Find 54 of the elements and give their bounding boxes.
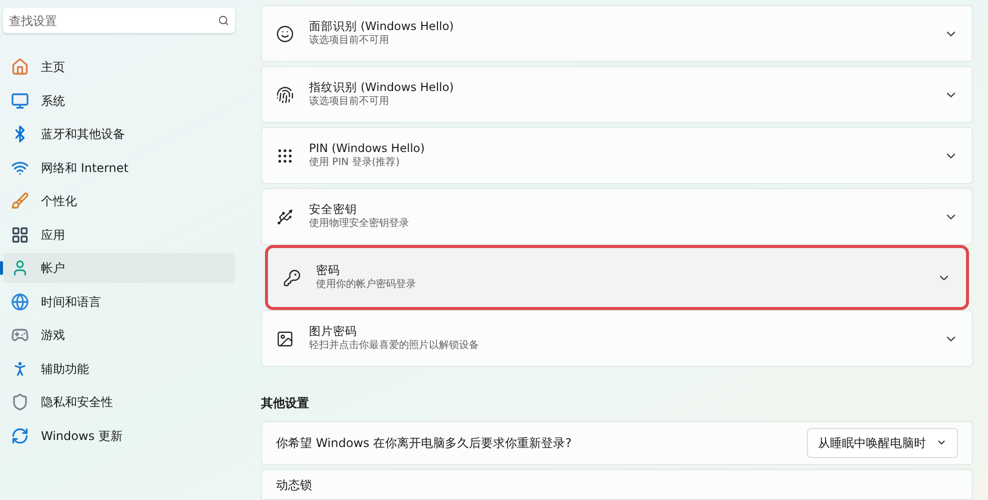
option-subtitle: 轻扫并点击你最喜爱的照片以解锁设备 (309, 339, 480, 353)
sidebar-item[interactable]: 帐户 (3, 253, 235, 283)
sidebar-item[interactable]: 隐私和安全性 (3, 387, 235, 417)
sidebar-item[interactable]: 游戏 (3, 320, 235, 350)
relogin-dropdown[interactable]: 从睡眠中唤醒电脑时 (807, 428, 958, 458)
option-subtitle: 该选项目前不可用 (309, 95, 390, 109)
search-field[interactable]: 查找设置 (3, 8, 235, 33)
sign-in-option-card[interactable]: 面部识别 (Windows Hello) 该选项目前不可用 (261, 5, 973, 62)
sidebar-item[interactable]: 网络和 Internet (3, 152, 235, 182)
sidebar-item[interactable]: 主页 (3, 52, 235, 82)
brush-icon (11, 192, 29, 210)
smile-icon (276, 24, 294, 42)
sidebar-item[interactable]: 辅助功能 (3, 354, 235, 384)
sign-in-option-card[interactable]: 安全密钥 使用物理安全密钥登录 (261, 188, 973, 245)
section-heading: 其他设置 (261, 395, 310, 412)
apps-icon (11, 226, 29, 244)
keypad-icon (276, 146, 294, 164)
option-subtitle: 该选项目前不可用 (309, 34, 390, 48)
option-title: 密码 (316, 263, 341, 278)
user-icon (11, 259, 29, 277)
dynamic-lock-label: 动态锁 (276, 478, 312, 492)
relogin-label: 你希望 Windows 在你离开电脑多久后要求你重新登录? (276, 434, 573, 452)
sign-in-option-card[interactable]: 指纹识别 (Windows Hello) 该选项目前不可用 (261, 66, 973, 123)
sign-in-option-card[interactable]: 图片密码 轻扫并点击你最喜爱的照片以解锁设备 (261, 310, 973, 367)
key-icon (283, 268, 301, 286)
sidebar-item[interactable]: 时间和语言 (3, 286, 235, 316)
selection-indicator (0, 261, 3, 275)
option-subtitle: 使用物理安全密钥登录 (309, 217, 410, 231)
option-title: PIN (Windows Hello) (309, 141, 426, 156)
search-input[interactable]: 查找设置 (9, 12, 218, 30)
picture-icon (276, 330, 294, 348)
sign-in-option-card[interactable]: 密码 使用你的帐户密码登录 (269, 249, 965, 306)
gamepad-icon (11, 326, 29, 344)
globe-icon (11, 292, 29, 310)
option-title: 图片密码 (309, 324, 358, 339)
sidebar-item[interactable]: 个性化 (3, 186, 235, 216)
fingerprint-icon (276, 86, 294, 104)
monitor-icon (11, 92, 29, 110)
sidebar-item[interactable]: 蓝牙和其他设备 (3, 119, 235, 149)
option-title: 安全密钥 (309, 202, 358, 217)
option-subtitle: 使用 PIN 登录(推荐) (309, 156, 401, 170)
home-icon (11, 58, 29, 76)
usb-key-icon (276, 208, 294, 226)
sign-in-option-card[interactable]: PIN (Windows Hello) 使用 PIN 登录(推荐) (261, 127, 973, 184)
search-icon (218, 15, 229, 26)
option-title: 面部识别 (Windows Hello) (309, 19, 455, 34)
sidebar-item[interactable]: 应用 (3, 220, 235, 250)
option-subtitle: 使用你的帐户密码登录 (316, 278, 417, 292)
update-icon (11, 426, 29, 444)
sidebar-item[interactable]: 系统 (3, 86, 235, 116)
option-title: 指纹识别 (Windows Hello) (309, 80, 455, 95)
sidebar-item[interactable]: Windows 更新 (3, 420, 235, 450)
shield-icon (11, 393, 29, 411)
dynamic-lock-card[interactable]: 动态锁 (261, 468, 973, 500)
